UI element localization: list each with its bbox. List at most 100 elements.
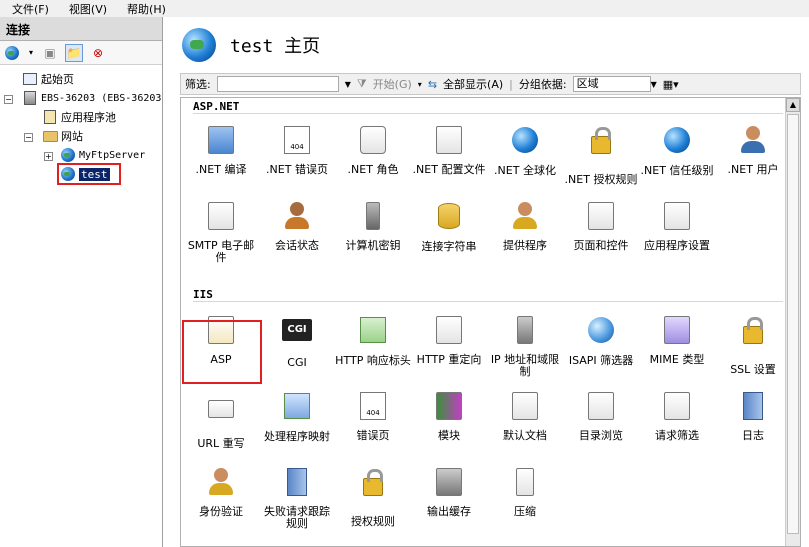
feature-ssl-settings[interactable]: SSL 设置 xyxy=(715,314,791,376)
save-icon[interactable]: ▣ xyxy=(41,44,59,62)
feature-directory-browsing[interactable]: 目录浏览 xyxy=(563,390,639,442)
menu-file[interactable]: 文件(F) xyxy=(12,1,49,17)
asp-highlight-box xyxy=(182,320,262,384)
feature-request-filtering[interactable]: 请求筛选 xyxy=(639,390,715,442)
feature-net-profile[interactable]: .NET 配置文件 xyxy=(411,124,487,176)
expand-site1-icon[interactable]: + xyxy=(44,152,53,161)
feature-smtp[interactable]: SMTP 电子邮件 xyxy=(183,200,259,264)
menu-bar: 文件(F) 视图(V) 帮助(H) xyxy=(0,0,809,17)
up-folder-icon[interactable]: 📁 xyxy=(65,43,83,62)
highlight-box xyxy=(57,163,121,185)
feature-handler-mappings[interactable]: 处理程序映射 xyxy=(259,390,335,443)
default-doc-icon xyxy=(512,392,538,420)
compression-icon xyxy=(516,468,534,496)
start-dropdown-icon[interactable]: ▾ xyxy=(418,80,422,89)
app-pool-icon xyxy=(42,109,58,125)
feature-providers[interactable]: 提供程序 xyxy=(487,200,563,252)
filter-input[interactable] xyxy=(216,76,339,92)
url-rewrite-icon xyxy=(208,400,234,418)
ssl-lock-icon xyxy=(743,317,763,344)
log-book-icon xyxy=(743,392,763,420)
folder-icon xyxy=(42,128,58,144)
feature-failed-request-tracing[interactable]: 失败请求跟踪规则 xyxy=(259,466,335,530)
feature-isapi-filters[interactable]: ISAPI 筛选器 xyxy=(563,314,639,367)
funnel-icon: ⧩ xyxy=(356,77,367,90)
menu-view[interactable]: 视图(V) xyxy=(69,1,107,17)
group-by-select[interactable]: 区域 xyxy=(572,76,651,92)
feature-net-authorization[interactable]: .NET 授权规则 xyxy=(563,124,639,186)
tree-site-myftpserver[interactable]: MyFtpServer xyxy=(60,147,145,163)
feature-url-rewrite[interactable]: URL 重写 xyxy=(183,390,259,450)
headers-icon xyxy=(360,317,386,343)
menu-help[interactable]: 帮助(H) xyxy=(127,1,166,17)
database-icon xyxy=(438,203,460,229)
feature-connection-strings[interactable]: 连接字符串 xyxy=(411,200,487,253)
modules-icon xyxy=(436,392,462,420)
page-title: test 主页 xyxy=(230,36,321,57)
feature-mime-types[interactable]: MIME 类型 xyxy=(639,314,715,366)
feature-pages-controls[interactable]: 页面和控件 xyxy=(563,200,639,252)
start-button[interactable]: 开始(G) xyxy=(373,76,412,92)
feature-cgi[interactable]: CGI CGI xyxy=(259,314,335,369)
tree-start-page[interactable]: 起始页 xyxy=(22,71,74,87)
disconnect-icon[interactable]: ⊗ xyxy=(89,44,107,62)
cache-icon xyxy=(436,468,462,496)
dropdown-arrow-icon[interactable]: ▾ xyxy=(27,44,35,62)
feature-output-caching[interactable]: 输出缓存 xyxy=(411,466,487,518)
feature-authentication[interactable]: 身份验证 xyxy=(183,466,259,518)
expand-sites-icon[interactable]: − xyxy=(24,133,33,142)
tree-sites[interactable]: 网站 xyxy=(42,128,83,144)
feature-net-compilation[interactable]: .NET 编译 xyxy=(183,124,259,176)
view-icon[interactable]: ▦▾ xyxy=(663,78,679,91)
filter-label: 筛选: xyxy=(185,78,211,91)
connections-title: 连接 xyxy=(0,17,162,41)
isapi-icon xyxy=(588,317,614,343)
tree-server[interactable]: EBS-36203 (EBS-36203 xyxy=(22,90,161,106)
connections-tree: 起始页 − EBS-36203 (EBS-36203 应用程序池 − 网站 + … xyxy=(0,65,162,535)
feature-modules[interactable]: 模块 xyxy=(411,390,487,442)
feature-http-response-headers[interactable]: HTTP 响应标头 xyxy=(335,314,411,367)
tree-app-pools[interactable]: 应用程序池 xyxy=(42,109,116,125)
machine-key-icon xyxy=(366,202,380,230)
main-pane: test 主页 筛选: ▼ ⧩ 开始(G) ▾ ⇆ 全部显示(A) | 分组依据… xyxy=(164,17,809,547)
error-page-icon: 404 xyxy=(360,392,386,420)
group-dropdown-icon[interactable]: ▼ xyxy=(651,80,657,89)
mail-icon xyxy=(208,202,234,230)
feature-error-pages[interactable]: 404 错误页 xyxy=(335,390,411,442)
feature-machine-key[interactable]: 计算机密钥 xyxy=(335,200,411,252)
scroll-thumb[interactable] xyxy=(787,114,799,534)
features-view: ASP.NET .NET 编译 404 .NET 错误页 .NET 角色 .NE… xyxy=(180,97,801,547)
compile-icon xyxy=(208,126,234,154)
feature-net-globalization[interactable]: .NET 全球化 xyxy=(487,124,563,177)
pages-icon xyxy=(588,202,614,230)
feature-logging[interactable]: 日志 xyxy=(715,390,791,442)
settings-list-icon xyxy=(664,202,690,230)
feature-default-document[interactable]: 默认文档 xyxy=(487,390,563,442)
show-all-button[interactable]: 全部显示(A) xyxy=(443,76,503,92)
scroll-up-icon[interactable]: ▲ xyxy=(786,98,800,112)
profile-icon xyxy=(436,126,462,154)
feature-authorization-rules[interactable]: 授权规则 xyxy=(335,466,411,528)
show-all-icon: ⇆ xyxy=(427,77,438,91)
feature-ip-restrictions[interactable]: IP 地址和域限制 xyxy=(487,314,563,378)
connect-icon[interactable] xyxy=(3,44,21,62)
vertical-scrollbar[interactable]: ▲ xyxy=(785,98,800,546)
failed-trace-icon xyxy=(287,468,307,496)
feature-compression[interactable]: 压缩 xyxy=(487,466,563,518)
feature-app-settings[interactable]: 应用程序设置 xyxy=(639,200,715,252)
server-icon xyxy=(22,90,38,106)
session-icon xyxy=(281,202,313,234)
filter-dropdown-icon[interactable]: ▼ xyxy=(345,80,351,89)
feature-net-roles[interactable]: .NET 角色 xyxy=(335,124,411,176)
users-icon xyxy=(737,126,769,158)
dir-browse-icon xyxy=(588,392,614,420)
feature-http-redirect[interactable]: HTTP 重定向 xyxy=(411,314,487,366)
site-globe-icon xyxy=(182,28,216,62)
feature-session-state[interactable]: 会话状态 xyxy=(259,200,335,252)
feature-net-users[interactable]: .NET 用户 xyxy=(715,124,791,176)
feature-net-trust-levels[interactable]: .NET 信任级别 xyxy=(639,124,715,177)
feature-net-error-pages[interactable]: 404 .NET 错误页 xyxy=(259,124,335,176)
expand-server-icon[interactable]: − xyxy=(4,95,13,104)
group-by-label: 分组依据: xyxy=(518,78,567,91)
filter-bar: 筛选: ▼ ⧩ 开始(G) ▾ ⇆ 全部显示(A) | 分组依据: 区域 ▼ ▦… xyxy=(180,73,801,95)
